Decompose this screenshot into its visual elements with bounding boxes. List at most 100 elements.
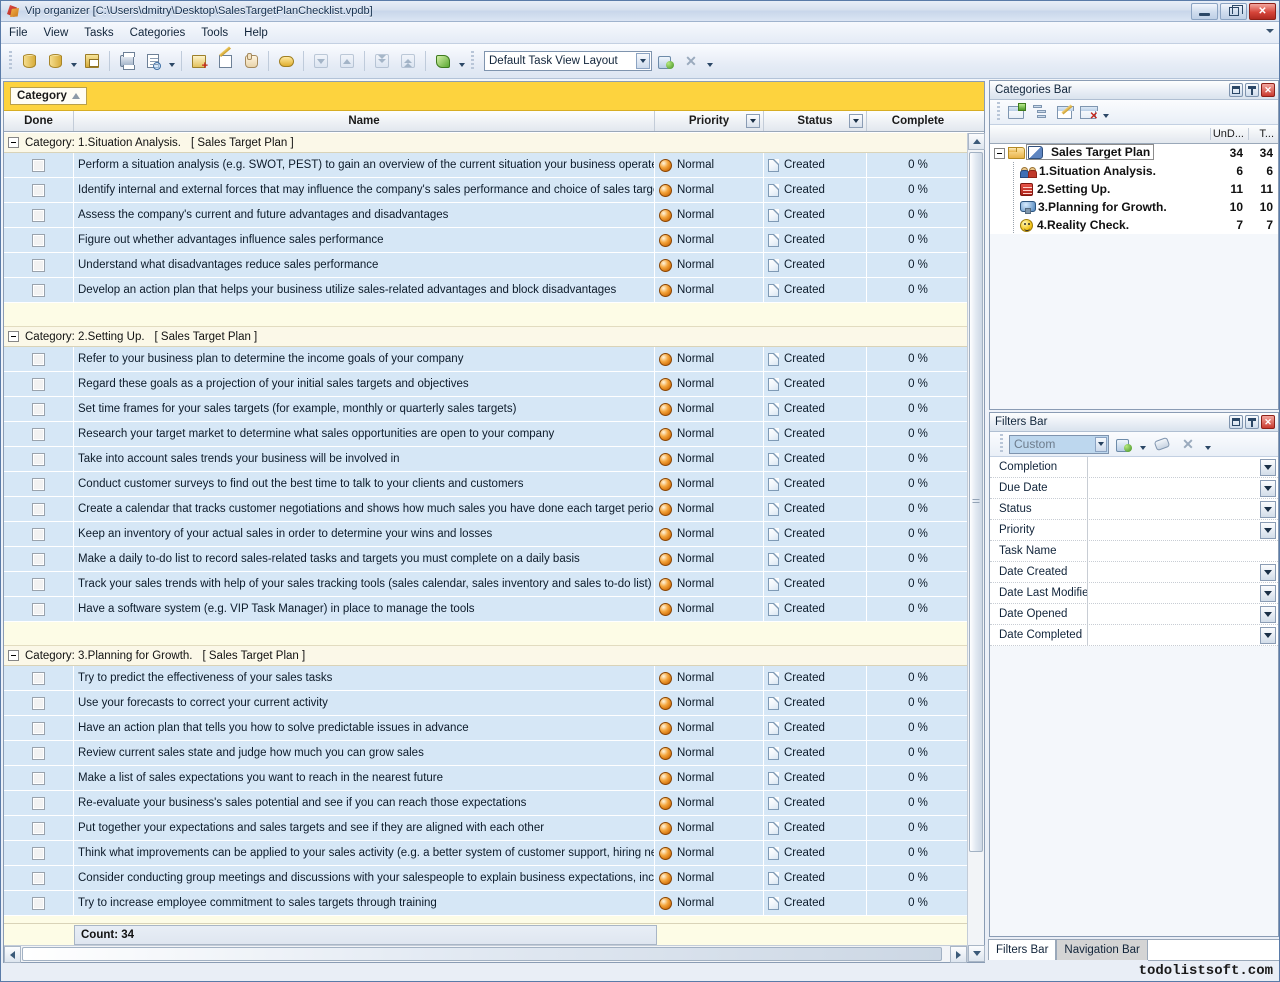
cell-done[interactable] [4,153,74,177]
layout-combo-chevron-down-icon[interactable] [636,53,650,69]
cell-name[interactable]: Conduct customer surveys to find out the… [74,472,655,496]
group-by-bar[interactable]: Category [4,82,984,111]
cell-complete[interactable]: 0 % [867,741,967,765]
category-row[interactable]: 2.Setting Up.1111 [990,180,1278,198]
table-row[interactable]: Figure out whether advantages influence … [4,228,967,253]
cell-done[interactable] [4,597,74,621]
table-row[interactable]: Identify internal and external forces th… [4,178,967,203]
done-checkbox[interactable] [32,772,45,785]
cell-priority[interactable]: Normal [655,841,764,865]
scroll-right-button[interactable] [950,946,967,963]
table-row[interactable]: Re-evaluate your business's sales potent… [4,791,967,816]
filters-bar-pin-button[interactable] [1245,415,1259,429]
done-checkbox[interactable] [32,403,45,416]
cell-done[interactable] [4,228,74,252]
cell-priority[interactable]: Normal [655,372,764,396]
cell-done[interactable] [4,447,74,471]
cell-complete[interactable]: 0 % [867,372,967,396]
cell-status[interactable]: Created [764,666,867,690]
cell-done[interactable] [4,203,74,227]
cell-complete[interactable]: 0 % [867,766,967,790]
table-row[interactable]: Make a daily to-do list to record sales-… [4,547,967,572]
cell-name[interactable]: Re-evaluate your business's sales potent… [74,791,655,815]
done-checkbox[interactable] [32,234,45,247]
cell-status[interactable]: Created [764,497,867,521]
cell-name[interactable]: Make a daily to-do list to record sales-… [74,547,655,571]
cell-done[interactable] [4,372,74,396]
cell-status[interactable]: Created [764,741,867,765]
cell-done[interactable] [4,666,74,690]
filter-preset-chevron-down-icon[interactable] [1095,437,1107,452]
cell-complete[interactable]: 0 % [867,547,967,571]
filters-toolbar-grip[interactable] [1000,434,1003,454]
cell-name[interactable]: Review current sales state and judge how… [74,741,655,765]
cell-done[interactable] [4,716,74,740]
cell-complete[interactable]: 0 % [867,422,967,446]
cell-name[interactable]: Assess the company's current and future … [74,203,655,227]
cell-done[interactable] [4,497,74,521]
table-row[interactable]: Regard these goals as a projection of yo… [4,372,967,397]
cell-priority[interactable]: Normal [655,572,764,596]
cell-done[interactable] [4,472,74,496]
cell-name[interactable]: Have a software system (e.g. VIP Task Ma… [74,597,655,621]
table-row[interactable]: Assess the company's current and future … [4,203,967,228]
cell-status[interactable]: Created [764,866,867,890]
done-checkbox[interactable] [32,847,45,860]
filters-toolbar-overflow[interactable] [1202,432,1213,456]
cell-done[interactable] [4,841,74,865]
cell-status[interactable]: Created [764,891,867,915]
cell-priority[interactable]: Normal [655,716,764,740]
done-checkbox[interactable] [32,822,45,835]
cell-priority[interactable]: Normal [655,547,764,571]
cell-status[interactable]: Created [764,447,867,471]
cell-name[interactable]: Keep an inventory of your actual sales i… [74,522,655,546]
cell-priority[interactable]: Normal [655,228,764,252]
done-checkbox[interactable] [32,353,45,366]
filter-value[interactable] [1088,604,1278,624]
move-down-button[interactable] [309,49,333,73]
cell-complete[interactable]: 0 % [867,522,967,546]
category-row[interactable]: 1.Situation Analysis.66 [990,162,1278,180]
table-row[interactable]: Conduct customer surveys to find out the… [4,472,967,497]
filters-bar-menu-button[interactable] [1229,415,1243,429]
done-checkbox[interactable] [32,284,45,297]
cell-done[interactable] [4,522,74,546]
delete-filter-button[interactable]: ✕ [1176,433,1200,455]
sort-ascending-icon[interactable] [72,93,80,99]
cell-name[interactable]: Understand what disadvantages reduce sal… [74,253,655,277]
cell-status[interactable]: Created [764,278,867,302]
filter-chevron-down-icon[interactable] [1260,627,1276,644]
table-row[interactable]: Try to predict the effectiveness of your… [4,666,967,691]
group-collapse-icon[interactable] [8,331,19,342]
cell-priority[interactable]: Normal [655,447,764,471]
priority-filter-button[interactable] [746,114,760,128]
cell-status[interactable]: Created [764,422,867,446]
table-row[interactable]: Have an action plan that tells you how t… [4,716,967,741]
table-row[interactable]: Set time frames for your sales targets (… [4,397,967,422]
cell-complete[interactable]: 0 % [867,572,967,596]
cell-complete[interactable]: 0 % [867,253,967,277]
cell-status[interactable]: Created [764,153,867,177]
cell-priority[interactable]: Normal [655,278,764,302]
cell-status[interactable]: Created [764,372,867,396]
cell-status[interactable]: Created [764,816,867,840]
dock-tab-filters-bar[interactable]: Filters Bar [988,939,1056,960]
table-row[interactable]: Refer to your business plan to determine… [4,347,967,372]
categories-bar-close-button[interactable]: ✕ [1261,83,1275,97]
cell-complete[interactable]: 0 % [867,153,967,177]
apply-filter-button[interactable] [1111,433,1135,455]
cell-done[interactable] [4,547,74,571]
cell-done[interactable] [4,397,74,421]
scroll-left-button[interactable] [4,946,21,963]
cell-complete[interactable]: 0 % [867,472,967,496]
filter-row[interactable]: Date Completed [990,625,1278,646]
toolbar-grip[interactable] [9,51,12,71]
cell-priority[interactable]: Normal [655,691,764,715]
cell-status[interactable]: Created [764,397,867,421]
cell-priority[interactable]: Normal [655,347,764,371]
categories-bar-pin-button[interactable] [1245,83,1259,97]
cell-complete[interactable]: 0 % [867,716,967,740]
cell-complete[interactable]: 0 % [867,866,967,890]
categories-toolbar-overflow[interactable] [1100,100,1111,124]
cell-name[interactable]: Make a list of sales expectations you wa… [74,766,655,790]
